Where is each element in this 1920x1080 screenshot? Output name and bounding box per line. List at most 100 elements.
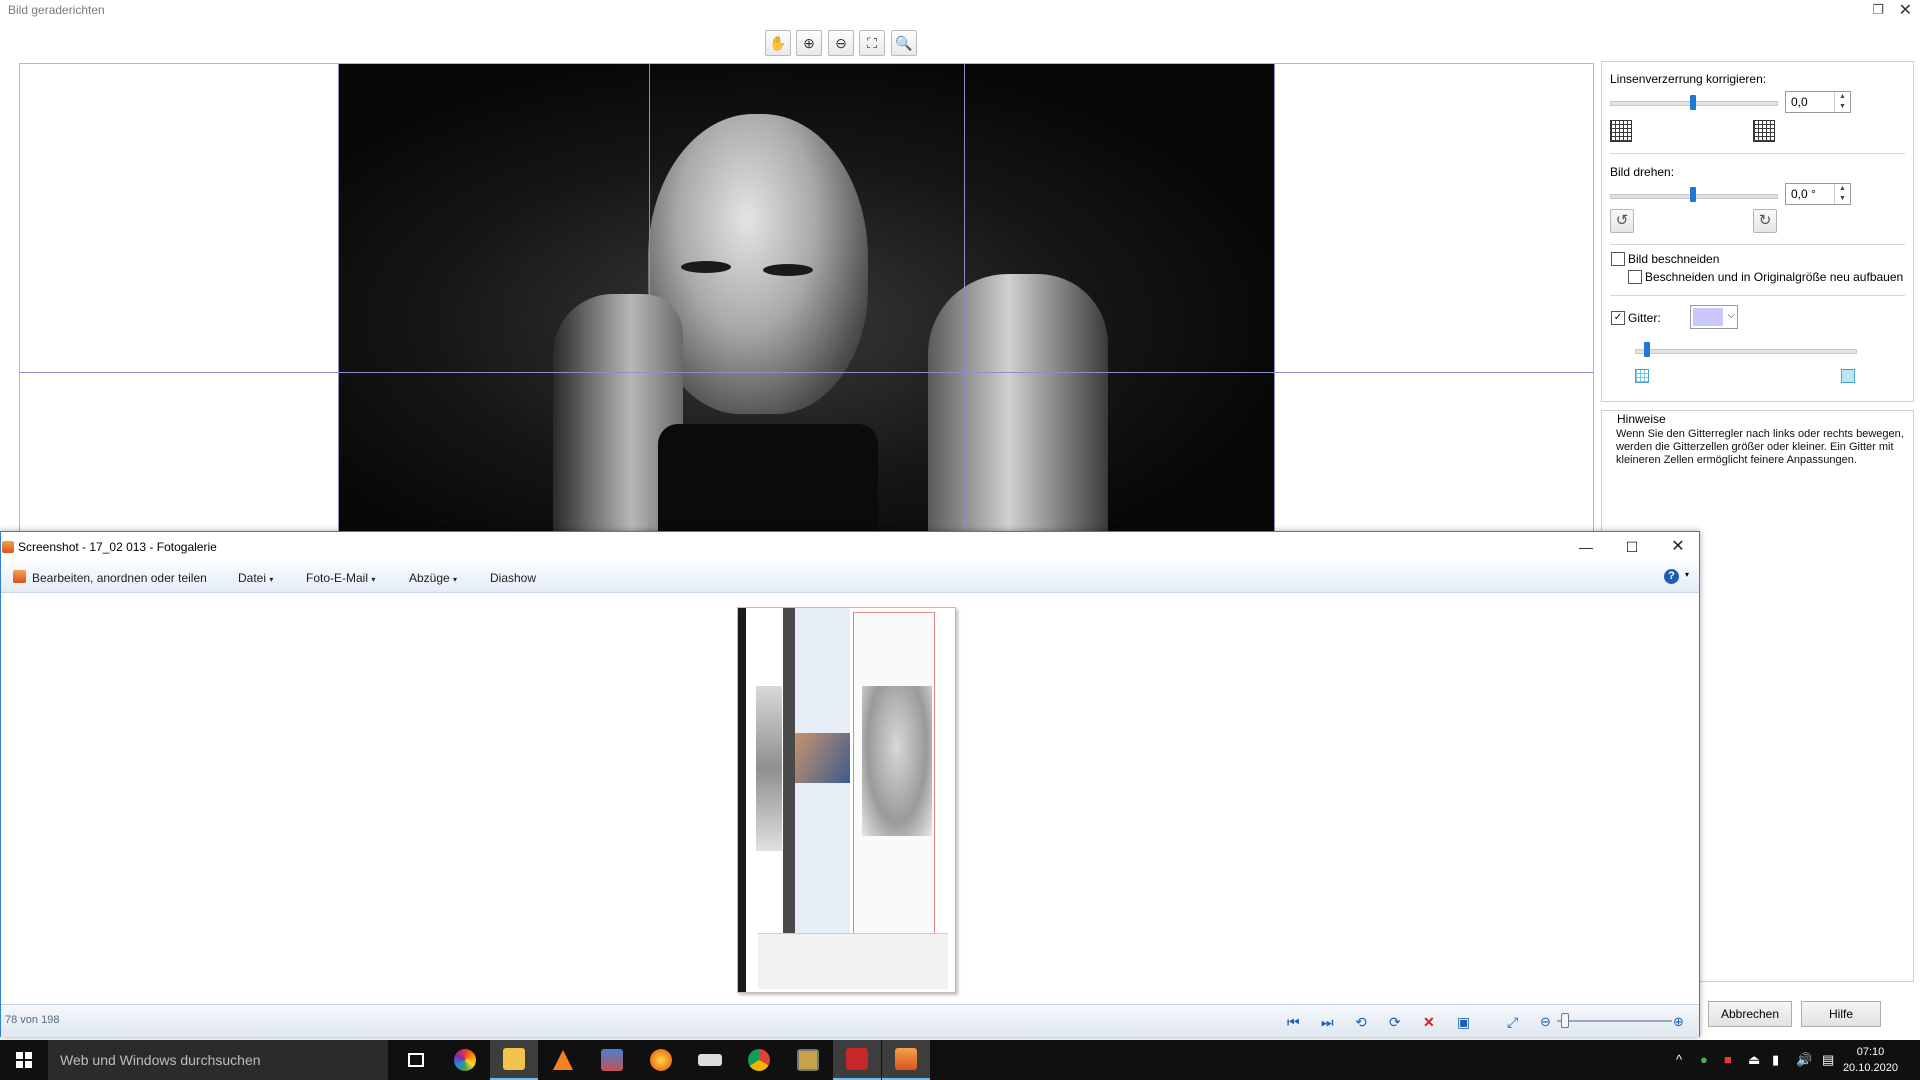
tray-chevron-icon[interactable]: ^ [1676,1052,1682,1067]
chevron-down-icon: ⌵ [1727,310,1735,321]
restore-icon[interactable]: ❐ [1872,2,1884,18]
crop-checkbox[interactable] [1611,252,1625,266]
fit-icon[interactable]: ⛶ [859,30,885,56]
grid-slider-track[interactable] [1635,349,1857,354]
chrome-icon[interactable] [735,1040,783,1080]
menu-email[interactable]: Foto-E-Mail ▾ [306,571,375,585]
photo-preview[interactable] [737,607,956,993]
image-tool-icon[interactable] [833,1040,881,1080]
zoom-out-icon[interactable]: ⊖ [828,30,854,56]
clock-date: 20.10.2020 [1842,1062,1898,1074]
zoom-in-icon[interactable]: ⊕ [796,30,822,56]
photo-gallery-icon[interactable] [882,1040,930,1080]
gallery-statusbar: 78 von 198 ⏮ ⏭ ⟲ ⟳ ✕ ▣ ⤢ ⊖ ⊕ [1,1004,1699,1037]
hand-icon[interactable]: ✋ [765,30,791,56]
gallery-window: Screenshot - 17_02 013 - Fotogalerie — ☐… [0,531,1700,1037]
rotate-ccw-icon[interactable]: ⟲ [1355,1014,1367,1031]
scanner-icon[interactable] [686,1040,734,1080]
lens-slider-thumb[interactable] [1690,95,1696,110]
small-grid-icon [1635,369,1649,383]
menu-edit[interactable]: Bearbeiten, anordnen oder teilen [32,571,207,585]
lens-spin-arrows[interactable]: ▲ ▼ [1834,92,1850,112]
grid-color-picker[interactable]: ⌵ [1690,305,1738,329]
crop-rebuild-label: Beschneiden und in Originalgröße neu auf… [1645,270,1904,284]
clock[interactable]: 07:10 20.10.2020 [1843,1044,1898,1076]
rotate-value-field[interactable]: 0,0 ° ▲ ▼ [1785,183,1851,205]
settings-panel: Linsenverzerrung korrigieren: 0,0 ▲ ▼ Bil… [1601,61,1914,402]
antivirus-icon[interactable]: ■ [1724,1052,1732,1067]
lens-value-field[interactable]: 0,0 ▲ ▼ [1785,91,1851,113]
image-canvas[interactable] [19,63,1594,535]
rotate-right-icon[interactable]: ↻ [1753,209,1777,233]
crop-label: Bild beschneiden [1628,252,1720,266]
delete-icon[interactable]: ✕ [1423,1014,1435,1031]
hints-text: Wenn Sie den Gitterregler nach links ode… [1616,428,1904,466]
zoom-slider-thumb[interactable] [1561,1013,1569,1028]
rotate-spin-arrows[interactable]: ▲ ▼ [1834,184,1850,204]
crop-rebuild-checkbox[interactable] [1628,270,1642,284]
task-view-icon[interactable] [392,1040,440,1080]
grid-color-swatch [1693,308,1723,326]
edit-icon [13,570,26,583]
next-icon[interactable]: ⏭ [1321,1014,1334,1031]
file-explorer-icon[interactable] [490,1040,538,1080]
barrel-grid-icon[interactable] [1610,120,1632,142]
grid-label: Gitter: [1628,311,1661,325]
rotate-label: Bild drehen: [1610,165,1675,179]
cancel-button[interactable]: Abbrechen [1708,1001,1792,1027]
chevron-down-icon: ▾ [371,575,376,584]
rotate-slider-thumb[interactable] [1690,187,1696,202]
vlc-icon[interactable] [539,1040,587,1080]
pincushion-grid-icon[interactable] [1753,120,1775,142]
zoom-minus-icon[interactable]: ⊖ [1540,1014,1551,1030]
menu-file[interactable]: Datei ▾ [238,571,273,585]
network-icon[interactable]: ▮ [1772,1052,1779,1068]
taskbar-search[interactable]: Web und Windows durchsuchen [48,1040,388,1080]
rotate-value-text: 0,0 ° [1791,187,1816,201]
hints-title: Hinweise [1614,412,1669,426]
usb-icon[interactable]: ⏏ [1748,1052,1760,1068]
dialog-title: Bild geraderichten [8,3,105,17]
start-button[interactable] [0,1040,48,1080]
rotate-left-icon[interactable]: ↺ [1610,209,1634,233]
notifications-icon[interactable]: ▤ [1822,1052,1834,1068]
rotate-cw-icon[interactable]: ⟳ [1389,1014,1401,1031]
volume-icon[interactable]: 🔊 [1796,1052,1812,1068]
menu-prints-label: Abzüge [409,571,450,585]
gallery-title: Screenshot - 17_02 013 - Fotogalerie [18,540,217,554]
photo-viewer-icon[interactable] [588,1040,636,1080]
grid-slider-thumb[interactable] [1644,342,1650,357]
picasa-icon[interactable] [441,1040,489,1080]
chevron-down-icon: ▾ [453,575,458,584]
taskbar: Web und Windows durchsuchen ^ ● ■ ⏏ ▮ 🔊 … [0,1040,1920,1080]
previous-icon[interactable]: ⏮ [1287,1014,1300,1031]
fit-window-icon[interactable]: ⤢ [1507,1014,1518,1031]
menu-prints[interactable]: Abzüge ▾ [409,571,457,585]
minimize-icon[interactable]: — [1563,532,1609,562]
actual-size-icon[interactable]: 🔍 [891,30,917,56]
zoom-plus-icon[interactable]: ⊕ [1673,1014,1684,1030]
menu-slideshow[interactable]: Diashow [490,571,536,585]
menu-email-label: Foto-E-Mail [306,571,369,585]
gallery-menubar: Bearbeiten, anordnen oder teilen Datei ▾… [1,562,1699,593]
help-button[interactable]: Hilfe [1801,1001,1881,1027]
menu-file-label: Datei [238,571,267,585]
photo-counter: 78 von 198 [5,1014,60,1026]
slideshow-icon[interactable]: ▣ [1457,1014,1470,1031]
maximize-icon[interactable]: ☐ [1609,532,1655,562]
gallery-titlebar[interactable]: Screenshot - 17_02 013 - Fotogalerie — ☐… [1,532,1699,562]
chevron-down-icon[interactable]: ▾ [1685,570,1689,579]
security-icon[interactable]: ● [1700,1052,1708,1067]
zoom-slider-track[interactable] [1557,1020,1672,1022]
photo-image [338,64,1274,534]
close-icon[interactable]: ✕ [1655,532,1701,562]
clock-time: 07:10 [1856,1046,1885,1058]
help-icon[interactable]: ? [1664,569,1679,584]
lens-value-text: 0,0 [1791,95,1808,109]
large-grid-icon [1841,369,1855,383]
camera-app-icon[interactable] [784,1040,832,1080]
paint-app-icon[interactable] [637,1040,685,1080]
dialog-close-icon[interactable]: ✕ [1899,0,1912,20]
gallery-app-icon [2,541,14,553]
grid-checkbox[interactable]: ✓ [1611,311,1625,325]
